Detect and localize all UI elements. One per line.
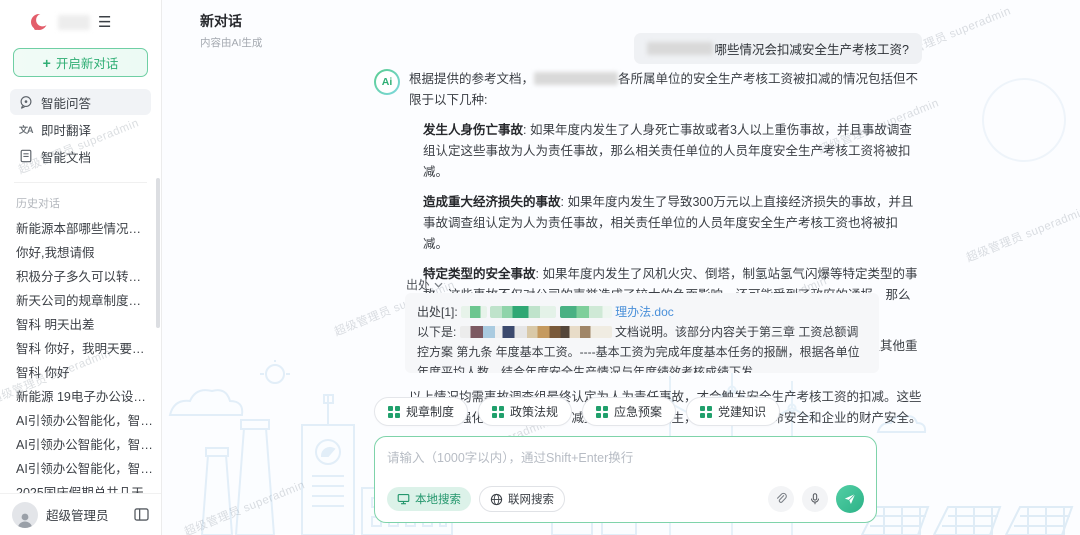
- attach-button[interactable]: [768, 486, 794, 512]
- composer: 本地搜索 联网搜索: [374, 436, 877, 523]
- app-logo-icon: [30, 12, 50, 32]
- quick-action-button[interactable]: 政策法规: [478, 397, 572, 426]
- chat-main: 超级管理员 superadmin 超级管理员 superadmin 超级管理员 …: [162, 0, 1080, 535]
- sidebar-item-qa[interactable]: 智能问答: [10, 89, 151, 115]
- history-item[interactable]: AI引领办公智能化，智慧赋能风电高效...: [16, 433, 153, 457]
- grid-icon: [596, 406, 608, 418]
- composer-actions: [768, 485, 864, 513]
- source-ref-label: 出处[1]:: [417, 305, 458, 319]
- message-input[interactable]: [387, 447, 864, 481]
- menu-toggle-icon[interactable]: ☰: [98, 15, 111, 30]
- source-toggle-label: 出处: [406, 276, 430, 293]
- history-item[interactable]: 新能源本部哪些情况会扣减安全生产考...: [16, 217, 153, 241]
- answer-point: 造成重大经济损失的事故: 如果年度内发生了导致300万元以上直接经济损失的事故，…: [423, 192, 922, 255]
- chevron-down-icon: [434, 282, 443, 288]
- redacted-text: [460, 326, 612, 338]
- quick-action-label: 应急预案: [614, 403, 662, 420]
- microphone-icon: [808, 492, 822, 506]
- quick-action-button[interactable]: 应急预案: [582, 397, 676, 426]
- history-item[interactable]: AI引领办公智能化，智慧赋能风电高效...: [16, 457, 153, 481]
- watermark: 超级管理员 superadmin: [964, 202, 1080, 265]
- grid-icon: [388, 406, 400, 418]
- monitor-icon: [397, 493, 410, 505]
- plus-icon: +: [43, 55, 51, 71]
- history-item[interactable]: 新能源 19电子办公设备管理细则: [16, 385, 153, 409]
- sidebar-item-label: 智能文档: [41, 147, 91, 166]
- redacted-doc-name: [490, 306, 556, 318]
- person-icon: [16, 512, 34, 528]
- history-list: 新能源本部哪些情况会扣减安全生产考... 你好,我想请假 积极分子多久可以转为预…: [0, 217, 161, 493]
- mic-button[interactable]: [802, 486, 828, 512]
- composer-toolbar: 本地搜索 联网搜索: [387, 485, 864, 513]
- history-item[interactable]: 你好,我想请假: [16, 241, 153, 265]
- redacted-company-name: [647, 42, 713, 55]
- redacted-company-name: [534, 72, 618, 85]
- user-message-row: 哪些情况会扣减安全生产考核工资?: [374, 33, 922, 64]
- grid-icon: [492, 406, 504, 418]
- sidebar-item-label: 智能问答: [41, 93, 91, 112]
- history-item[interactable]: 智科 明天出差: [16, 313, 153, 337]
- history-item[interactable]: 智科 你好，我明天要出差，有什么需...: [16, 337, 153, 361]
- sidebar-scrollbar[interactable]: [156, 178, 160, 328]
- history-item[interactable]: 2025国庆假期总共几天: [16, 481, 153, 493]
- quick-action-label: 规章制度: [406, 403, 454, 420]
- history-item[interactable]: 智科 你好: [16, 361, 153, 385]
- history-item[interactable]: 积极分子多久可以转为预备党员: [16, 265, 153, 289]
- redacted-doc-name: [560, 306, 612, 318]
- document-icon: [19, 149, 33, 163]
- logo-text-redacted: [58, 15, 90, 30]
- globe-icon: [490, 493, 503, 506]
- grid-icon: [700, 406, 712, 418]
- page-subtitle: 内容由AI生成: [200, 35, 262, 50]
- ai-message: Ai 根据提供的参考文档，各所属单位的安全生产考核工资被扣减的情况包括但不限于以…: [374, 69, 922, 438]
- answer-point: 发生人身伤亡事故: 如果年度内发生了人身死亡事故或者3人以上重伤事故，并且事故调…: [423, 120, 922, 183]
- translate-icon: 文A: [19, 123, 33, 136]
- collapse-sidebar-icon[interactable]: [134, 508, 149, 521]
- history-item[interactable]: 新天公司的规章制度有哪些: [16, 289, 153, 313]
- source-desc: 以下是: 文档说明。该部分内容关于第三章 工资总额调控方案 第九条 年度基本工资…: [417, 322, 867, 373]
- answer-intro: 根据提供的参考文档，各所属单位的安全生产考核工资被扣减的情况包括但不限于以下几种…: [409, 69, 922, 111]
- quick-actions: 规章制度 政策法规 应急预案: [374, 397, 780, 426]
- web-search-label: 联网搜索: [508, 491, 554, 507]
- new-chat-label: 开启新对话: [56, 53, 119, 72]
- quick-action-label: 党建知识: [718, 403, 766, 420]
- sidebar-item-translate[interactable]: 文A 即时翻译: [10, 116, 151, 142]
- sidebar-item-docs[interactable]: 智能文档: [10, 143, 151, 169]
- app-window: 超级管理员 superadmin 超级管理员 superadmin ☰ + 开启…: [0, 0, 1080, 535]
- redacted-doc-name: [461, 306, 487, 318]
- new-chat-button[interactable]: + 开启新对话: [13, 48, 148, 77]
- local-search-label: 本地搜索: [415, 491, 461, 507]
- quick-action-button[interactable]: 党建知识: [686, 397, 780, 426]
- sidebar-menu: 智能问答 文A 即时翻译 智能文档: [0, 87, 161, 172]
- send-icon: [843, 492, 857, 506]
- history-title: 历史对话: [0, 183, 161, 217]
- user-message-bubble: 哪些情况会扣减安全生产考核工资?: [634, 33, 922, 64]
- send-button[interactable]: [836, 485, 864, 513]
- local-search-toggle[interactable]: 本地搜索: [387, 487, 471, 511]
- user-row: 超级管理员: [0, 493, 161, 535]
- ai-answer-text: 根据提供的参考文档，各所属单位的安全生产考核工资被扣减的情况包括但不限于以下几种…: [409, 69, 922, 438]
- source-toggle[interactable]: 出处: [406, 276, 443, 293]
- web-search-toggle[interactable]: 联网搜索: [479, 486, 565, 512]
- paperclip-icon: [774, 492, 788, 506]
- sidebar-item-label: 即时翻译: [41, 120, 91, 139]
- history-item[interactable]: AI引领办公智能化，智慧赋能风电高效...: [16, 409, 153, 433]
- avatar: [12, 502, 38, 528]
- user-name: 超级管理员: [46, 505, 126, 524]
- source-ref-line: 出处[1]: 理办法.doc: [417, 302, 867, 322]
- ai-avatar-icon: Ai: [374, 69, 400, 95]
- logo-row: ☰: [0, 0, 161, 38]
- quick-action-button[interactable]: 规章制度: [374, 397, 468, 426]
- sidebar: 超级管理员 superadmin 超级管理员 superadmin ☰ + 开启…: [0, 0, 162, 535]
- source-desc-prefix: 以下是:: [417, 325, 456, 339]
- chat-bubble-icon: [19, 95, 33, 109]
- source-doc-link[interactable]: 理办法.doc: [615, 305, 674, 319]
- user-question-text: 哪些情况会扣减安全生产考核工资?: [715, 39, 909, 58]
- source-box: 出处[1]: 理办法.doc 以下是: 文档说明。该部分内容关于第三章 工资总额…: [405, 293, 879, 373]
- quick-action-label: 政策法规: [510, 403, 558, 420]
- bg-circle-decoration: [982, 78, 1066, 162]
- page-title: 新对话: [200, 11, 262, 31]
- page-header: 新对话 内容由AI生成: [200, 11, 262, 50]
